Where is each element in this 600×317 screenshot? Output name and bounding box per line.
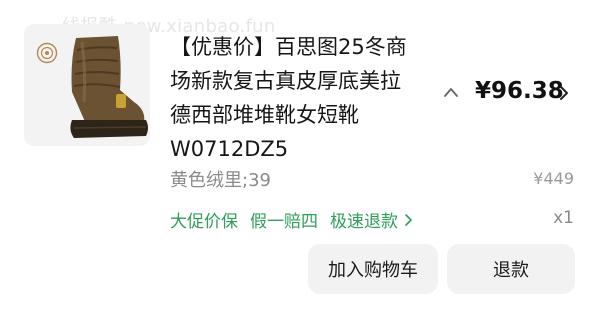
product-spec: 黄色绒里;39	[170, 170, 271, 191]
boot-image	[70, 36, 148, 138]
product-title-line: 德西部堆堆靴女短靴	[170, 103, 359, 127]
product-title-line: 场新款复古真皮厚底美拉	[170, 69, 401, 93]
service-tag: 大促价保	[170, 212, 238, 232]
service-guarantees[interactable]: 大促价保 假一赔四 极速退款	[170, 207, 413, 232]
product-price: ¥96.38	[475, 78, 564, 104]
refund-button[interactable]: 退款	[447, 244, 575, 294]
product-image[interactable]	[24, 24, 150, 146]
chevron-right-icon	[405, 213, 412, 226]
chevron-right-icon[interactable]	[559, 85, 569, 101]
service-tag: 极速退款	[330, 212, 398, 232]
product-title[interactable]: 【优惠价】百思图25冬商 场新款复古真皮厚底美拉 德西部堆堆靴女短靴 W0712…	[170, 30, 440, 166]
original-price: ¥449	[533, 169, 574, 188]
add-to-cart-button[interactable]: 加入购物车	[308, 244, 438, 294]
product-title-line: 【优惠价】百思图25冬商	[170, 35, 407, 59]
product-title-line: W0712DZ5	[170, 137, 289, 161]
quantity: x1	[553, 208, 574, 228]
service-tag: 假一赔四	[250, 212, 318, 232]
chevron-up-icon[interactable]	[443, 86, 459, 98]
